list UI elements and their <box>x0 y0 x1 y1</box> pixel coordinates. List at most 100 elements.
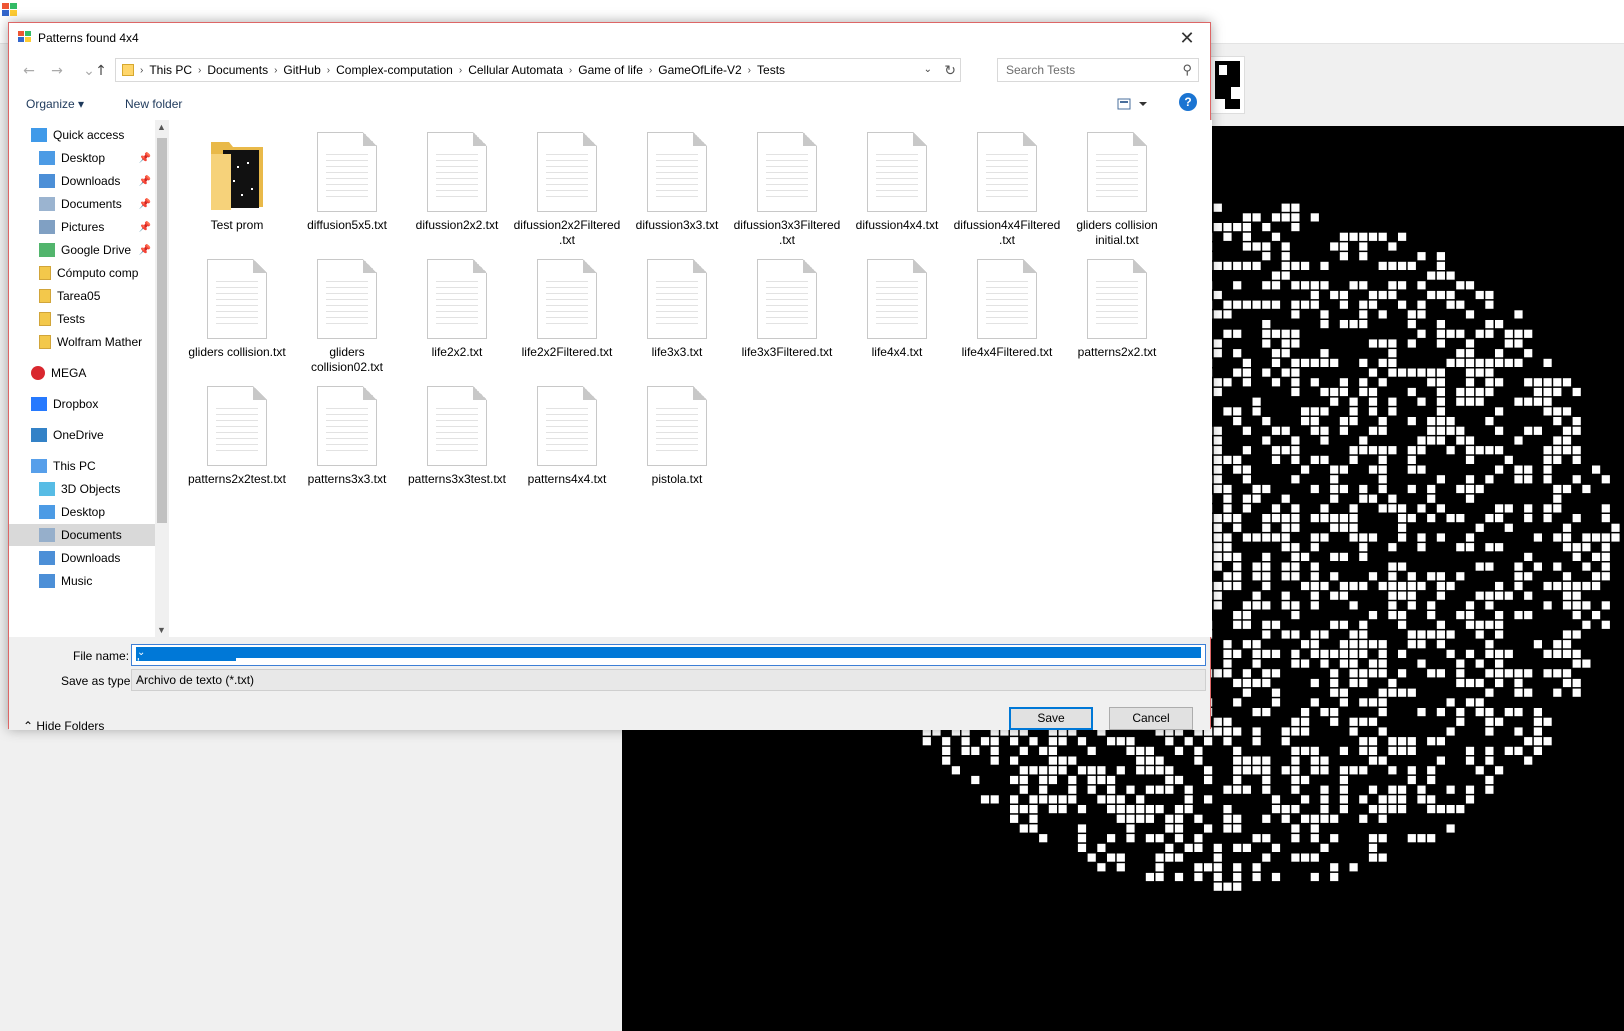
pin-icon[interactable]: 📌 <box>139 176 151 187</box>
sidebar-item-desktop[interactable]: Desktop <box>9 501 155 523</box>
file-item[interactable]: patterns2x2test.txt <box>183 374 291 487</box>
search-input[interactable]: Search Tests ⚲ <box>997 58 1199 82</box>
sidebar-item-this-pc[interactable]: This PC <box>9 455 155 477</box>
text-file-icon <box>427 132 487 212</box>
sidebar-item-wolfram-mather[interactable]: Wolfram Mather <box>9 331 155 353</box>
folder-icon <box>122 64 134 76</box>
file-item[interactable]: life4x4.txt <box>843 247 951 360</box>
breadcrumb-item[interactable]: Cellular Automata <box>462 63 569 77</box>
search-icon: ⚲ <box>1182 62 1192 77</box>
file-item[interactable]: gliders collision.txt <box>183 247 291 360</box>
sidebar-item-dropbox[interactable]: Dropbox <box>9 393 155 415</box>
sidebar-item-google-drive[interactable]: Google Drive 📌 <box>9 239 155 261</box>
file-item[interactable]: difussion3x3.txt <box>623 120 731 233</box>
file-item[interactable]: life4x4Filtered.txt <box>953 247 1061 360</box>
sidebar-item-pictures[interactable]: Pictures 📌 <box>9 216 155 238</box>
refresh-icon[interactable]: ↻ <box>944 62 956 79</box>
folder-item[interactable]: Test prom <box>183 120 291 233</box>
file-item[interactable]: life3x3.txt <box>623 247 731 360</box>
pin-icon[interactable]: 📌 <box>139 222 151 233</box>
up-arrow-icon[interactable]: ↑ <box>91 61 111 81</box>
sidebar-item-desktop[interactable]: Desktop 📌 <box>9 147 155 169</box>
save-type-select[interactable]: Archivo de texto (*.txt) ⌄ <box>131 669 1206 691</box>
text-file-icon <box>977 132 1037 212</box>
sidebar-item-onedrive[interactable]: OneDrive <box>9 424 155 446</box>
chevron-down-icon[interactable]: ⌄ <box>924 64 932 75</box>
save-button[interactable]: Save <box>1009 707 1093 730</box>
navigation-scrollbar[interactable]: ▲ ▼ <box>155 120 169 637</box>
sidebar-item-tests[interactable]: Tests <box>9 308 155 330</box>
cancel-button[interactable]: Cancel <box>1109 707 1193 730</box>
breadcrumb-item[interactable]: Complex-computation <box>330 63 459 77</box>
sidebar-item-mega[interactable]: MEGA <box>9 362 155 384</box>
file-name-field[interactable]: patterns4x4test.txt ⌄ <box>131 644 1206 666</box>
close-button[interactable]: ✕ <box>1164 23 1210 53</box>
file-item[interactable]: life2x2Filtered.txt <box>513 247 621 360</box>
organize-menu-button[interactable]: Organize ▾ <box>26 97 84 111</box>
breadcrumb: This PC › Documents › GitHub › Complex-computa… <box>143 63 791 77</box>
breadcrumb-item[interactable]: Game of life <box>572 63 649 77</box>
file-name-label: patterns3x3.txt <box>307 472 387 486</box>
sidebar-item-downloads[interactable]: Downloads <box>9 547 155 569</box>
sidebar-item-downloads[interactable]: Downloads 📌 <box>9 170 155 192</box>
breadcrumb-item[interactable]: GameOfLife-V2 <box>652 63 747 77</box>
file-item[interactable]: gliders collision initial.txt <box>1063 120 1171 248</box>
sidebar-item-c-mputo-comp[interactable]: Cómputo comp <box>9 262 155 284</box>
file-item[interactable]: patterns3x3.txt <box>293 374 401 487</box>
background-titlebar <box>0 0 1624 22</box>
file-item[interactable]: patterns4x4.txt <box>513 374 621 487</box>
sidebar-item-documents[interactable]: Documents <box>9 524 155 546</box>
scroll-up-icon[interactable]: ▲ <box>157 122 166 132</box>
file-item[interactable]: difussion2x2Filtered.txt <box>513 120 621 248</box>
text-file-icon <box>977 259 1037 339</box>
sidebar-item-documents[interactable]: Documents 📌 <box>9 193 155 215</box>
sidebar-item-label: Documents <box>61 197 122 211</box>
sidebar-item-music[interactable]: Music <box>9 570 155 592</box>
view-options-icon[interactable] <box>1117 97 1149 111</box>
sidebar-item-label: Downloads <box>61 174 121 188</box>
scroll-down-icon[interactable]: ▼ <box>157 625 166 635</box>
new-folder-button[interactable]: New folder <box>125 97 182 111</box>
star-icon <box>31 128 47 142</box>
file-list: Test prom diffusion5x5.txt difussion2x2.tx… <box>173 120 1212 637</box>
address-bar[interactable]: › This PC › Documents › GitHub › Complex-compu… <box>115 58 961 82</box>
file-item[interactable]: difussion3x3Filtered.txt <box>733 120 841 248</box>
file-item[interactable]: life2x2.txt <box>403 247 511 360</box>
sidebar-item-tarea05[interactable]: Tarea05 <box>9 285 155 307</box>
help-icon[interactable]: ? <box>1179 93 1197 111</box>
breadcrumb-item[interactable]: Documents <box>201 63 274 77</box>
file-item[interactable]: difussion2x2.txt <box>403 120 511 233</box>
file-name-label: diffusion5x5.txt <box>307 218 387 232</box>
file-item[interactable]: diffusion5x5.txt <box>293 120 401 233</box>
chevron-down-icon[interactable]: ⌄ <box>136 673 1201 684</box>
back-arrow-icon[interactable]: ← <box>19 61 39 81</box>
file-item[interactable]: life3x3Filtered.txt <box>733 247 841 360</box>
breadcrumb-item[interactable]: Tests <box>751 63 791 77</box>
file-item[interactable]: difussion4x4Filtered.txt <box>953 120 1061 248</box>
sidebar-item-3d-objects[interactable]: 3D Objects <box>9 478 155 500</box>
hide-folders-button[interactable]: ⌃ Hide Folders <box>23 719 104 733</box>
scrollbar-thumb[interactable] <box>157 138 167 523</box>
file-item[interactable]: patterns2x2.txt <box>1063 247 1171 360</box>
documents-icon <box>39 528 55 542</box>
file-item[interactable]: patterns3x3test.txt <box>403 374 511 487</box>
hide-folders-label: Hide Folders <box>36 719 105 733</box>
text-file-icon <box>757 259 817 339</box>
pin-icon[interactable]: 📌 <box>139 153 151 164</box>
sidebar-item-quick-access[interactable]: Quick access <box>9 124 155 146</box>
pin-icon[interactable]: 📌 <box>139 245 151 256</box>
file-item[interactable]: difussion4x4.txt <box>843 120 951 233</box>
chevron-up-icon: ⌃ <box>23 719 37 733</box>
file-name-label: life3x3.txt <box>651 345 703 359</box>
file-item[interactable]: gliders collision02.txt <box>293 247 401 375</box>
file-item[interactable]: pistola.txt <box>623 374 731 487</box>
breadcrumb-item[interactable]: GitHub <box>277 63 326 77</box>
chevron-down-icon[interactable]: ⌄ <box>136 647 1201 658</box>
breadcrumb-item[interactable]: This PC <box>143 63 198 77</box>
pin-icon[interactable]: 📌 <box>139 199 151 210</box>
sidebar-item-label: Desktop <box>61 505 106 519</box>
file-name-label: gliders collision02.txt <box>310 345 384 374</box>
forward-arrow-icon[interactable]: → <box>47 61 67 81</box>
file-name-label: difussion2x2Filtered.txt <box>513 218 621 247</box>
navigation-bar: ← → ⌄ ↑ › This PC › Documents › GitHub › Compl… <box>9 53 1210 89</box>
